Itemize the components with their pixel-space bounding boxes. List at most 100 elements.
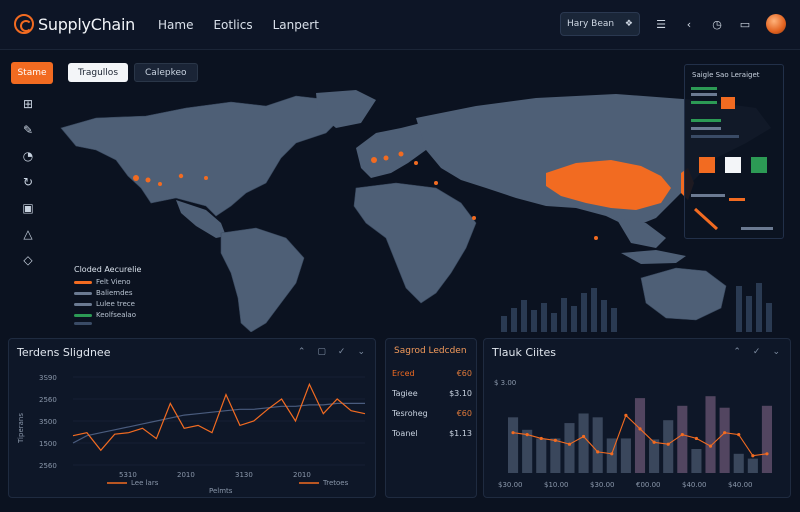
summary-panel: Sagrod Ledcden Erced €60 Tagiee $3.10 Te… <box>385 338 477 498</box>
sidebar-icons: ⊞ ✎ ◔ ↻ ▣ △ ◇ <box>20 96 36 267</box>
line-point <box>666 442 670 446</box>
clock-icon[interactable]: ◷ <box>710 17 724 31</box>
bar <box>747 458 758 473</box>
bar-panel-title: Tlauk Ciites <box>492 346 556 359</box>
refresh-icon[interactable]: ↻ <box>20 174 36 189</box>
overlay-bar <box>691 127 721 130</box>
hotspot <box>383 155 389 161</box>
check-icon[interactable]: ✓ <box>753 347 761 357</box>
map-bar <box>511 308 517 332</box>
legend-row: Keolfsealao <box>74 311 141 319</box>
triangle-icon[interactable]: △ <box>20 226 36 241</box>
app-title: SupplyChain <box>38 14 135 34</box>
y-tick-label: 1500 <box>39 440 57 448</box>
map-bar <box>571 306 577 332</box>
bar-chart[interactable]: $ 3.00 $30.00 $10.00 $30.00 €00.00 $40.00 $40.… <box>484 365 790 495</box>
hotspot <box>178 173 184 179</box>
collapse-icon[interactable]: ⌃ <box>733 347 741 357</box>
user-avatar[interactable] <box>766 14 786 34</box>
legend-row: Lulee trece <box>74 300 141 308</box>
summary-label: Tesroheg <box>392 409 428 418</box>
legend-swatch <box>74 302 92 306</box>
summary-row: Tesroheg €60 <box>392 409 472 418</box>
trend-panel-actions: ⌃ ▢ ✓ ⌄ <box>298 347 365 357</box>
map-bar <box>756 283 762 332</box>
line-point <box>624 413 628 417</box>
bar <box>761 405 772 473</box>
lock-icon[interactable]: ▢ <box>317 347 326 357</box>
bar <box>663 420 674 473</box>
line-point <box>737 433 741 437</box>
hotspot <box>434 181 438 185</box>
bar <box>620 438 631 473</box>
bar <box>592 417 603 473</box>
overlay-bar <box>741 227 773 230</box>
legend-swatch <box>74 280 92 284</box>
box-icon[interactable]: ⊞ <box>20 96 36 111</box>
bar <box>691 449 702 473</box>
sidebar: Stame ⊞ ✎ ◔ ↻ ▣ △ ◇ <box>0 52 62 332</box>
overlay-button[interactable] <box>699 157 715 173</box>
expand-icon[interactable]: ⌄ <box>357 347 365 357</box>
trend-legend-label: Lee lars <box>131 479 159 487</box>
trend-xlabel: Pelmts <box>209 487 233 495</box>
bar-panel-actions: ⌃ ✓ ⌄ <box>733 347 780 357</box>
line-point <box>525 433 529 437</box>
trend-ylabel: Tiperans <box>17 413 25 444</box>
bar <box>719 407 730 473</box>
check-icon[interactable]: ✓ <box>338 347 346 357</box>
overlay-button[interactable] <box>751 157 767 173</box>
hotspot <box>472 216 476 220</box>
summary-value: €60 <box>456 369 472 378</box>
x-tick-label: €00.00 <box>636 481 661 489</box>
map-bar <box>561 298 567 332</box>
app-logo[interactable]: SupplyChain <box>14 14 135 34</box>
x-tick-label: 5310 <box>119 471 137 479</box>
y-tick-label: 2560 <box>39 396 57 404</box>
overlay-button[interactable] <box>725 157 741 173</box>
hotspot <box>158 182 162 186</box>
nav-item-analytics[interactable]: Eotlics <box>213 18 252 32</box>
search-box[interactable]: Hary Bean ❖ <box>560 12 640 36</box>
menu-icon[interactable]: ☰ <box>654 17 668 31</box>
tab-tracking[interactable]: Tragullos <box>68 63 129 82</box>
nav-item-home[interactable]: Hame <box>158 18 193 32</box>
back-icon[interactable]: ‹ <box>682 17 696 31</box>
summary-value: $3.10 <box>449 389 472 398</box>
trend-chart[interactable]: Tiperans Pelmts Lee lars Tretoes 3S90 256… <box>9 365 375 495</box>
world-map[interactable] <box>56 88 786 332</box>
diamond-icon[interactable]: ◇ <box>20 252 36 267</box>
y-tick-label: 3S90 <box>39 374 57 382</box>
bar <box>522 429 533 473</box>
collapse-icon[interactable]: ⌃ <box>298 347 306 357</box>
line-point <box>765 452 769 456</box>
nav-item-reports[interactable]: Lanpert <box>273 18 319 32</box>
legend-label: Lulee trece <box>96 300 135 308</box>
map-australia <box>640 267 727 321</box>
series-line <box>72 382 366 452</box>
line-point <box>553 438 557 442</box>
notification-icon[interactable]: ▭ <box>738 17 752 31</box>
image-icon[interactable]: ▣ <box>20 200 36 215</box>
hotspot <box>204 176 208 180</box>
expand-icon[interactable]: ⌄ <box>772 347 780 357</box>
tab-categories[interactable]: Calepkeo <box>134 63 198 82</box>
overlay-graphics <box>691 87 773 231</box>
line-point <box>511 431 515 435</box>
map-north-america <box>60 95 342 217</box>
pen-icon[interactable]: ✎ <box>20 122 36 137</box>
line-point <box>596 450 600 454</box>
line-point <box>751 454 755 458</box>
summary-value: €60 <box>456 409 472 418</box>
bar <box>508 417 519 473</box>
sidebar-active-button[interactable]: Stame <box>11 62 53 84</box>
map-south-america <box>220 227 305 332</box>
ear-icon[interactable]: ◔ <box>20 148 36 163</box>
line-point <box>638 427 642 431</box>
top-bar: SupplyChain Hame Eotlics Lanpert Hary Be… <box>0 0 800 50</box>
map-bar <box>736 286 742 332</box>
line-point <box>652 440 656 444</box>
x-tick-label: $10.00 <box>544 481 569 489</box>
map-bar <box>766 303 772 332</box>
legend-label: Keolfsealao <box>96 311 137 319</box>
